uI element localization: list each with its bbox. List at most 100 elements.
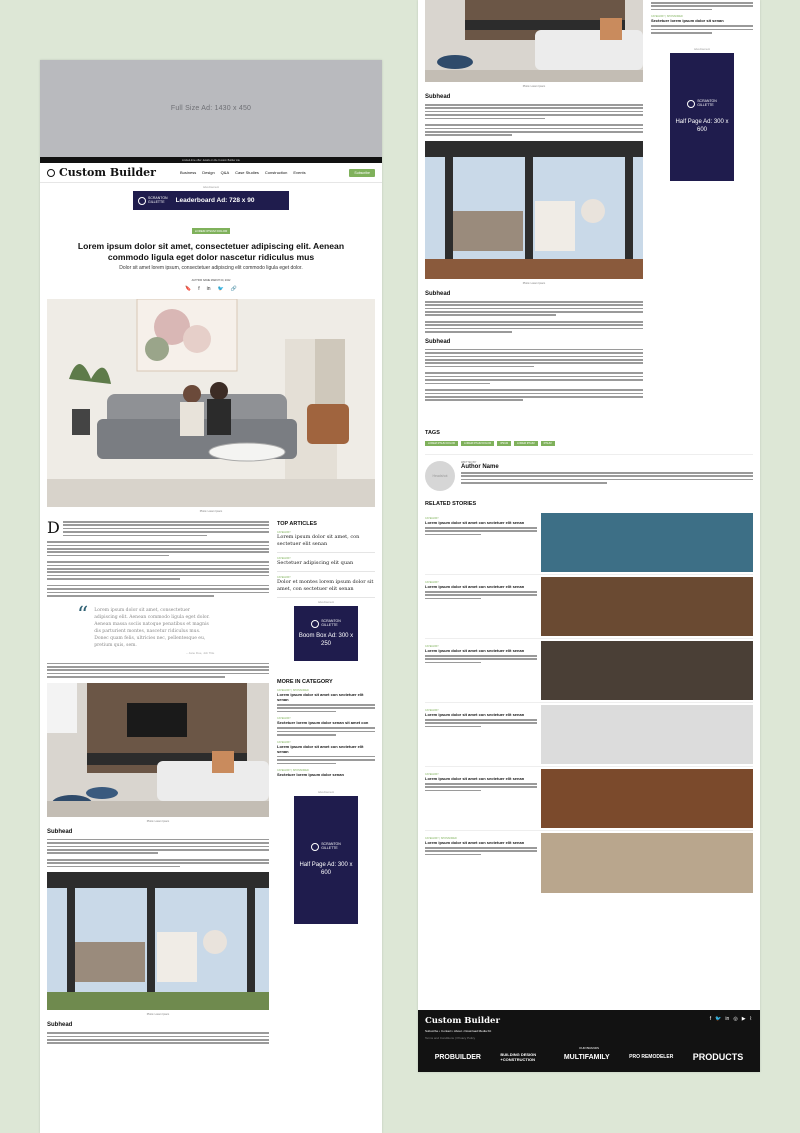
more-article-link[interactable]: Lorem ipsum dolor sit amet con sectetuer… [277, 692, 375, 702]
nav-case-studies[interactable]: Case Studies [235, 170, 259, 175]
brand-logo[interactable]: MULTIFAMILY [564, 1054, 610, 1061]
nav-menu: Business Design Q&A Case Studies Constru… [180, 170, 306, 175]
avatar: Headshot [425, 460, 455, 491]
tag[interactable]: IPSUM [540, 440, 555, 446]
promo-text: Limited-time offer: details on the Custo… [182, 158, 240, 162]
related-title[interactable]: Lorem ipsum dolor sit amet con sectetuer… [425, 712, 537, 717]
ad-label: Advertisement [694, 47, 710, 51]
subscribe-button[interactable]: Subscribe [349, 168, 375, 177]
related-title[interactable]: Lorem ipsum dolor sit amet con sectetuer… [425, 776, 537, 781]
site-logo[interactable]: Custom Builder [47, 166, 156, 179]
tv-room-image [425, 0, 643, 82]
twitter-icon[interactable]: 🐦 [715, 1016, 721, 1022]
sponsor-line: GILLETTE [321, 622, 338, 627]
related-title[interactable]: Lorem ipsum dolor sit amet con sectetuer… [425, 520, 537, 525]
excerpt [425, 782, 537, 792]
article-body-continued: Photo: Lorem Ipsum Subhead Photo: Lorem … [425, 0, 643, 406]
leaderboard-ad[interactable]: SCRANTON GILLETTE Leaderboard Ad: 728 x 9… [133, 191, 289, 210]
sponsor-icon [311, 619, 320, 628]
paragraph [425, 300, 643, 317]
more-article-link[interactable]: Sectetuer lorem ipsum dolor senan [277, 772, 375, 777]
related-thumbnail[interactable] [541, 512, 753, 572]
excerpt [651, 2, 753, 11]
linkedin-icon[interactable]: in [207, 286, 211, 292]
related-story[interactable]: CATEGORY | SPONSORED Lorem ipsum dolor si… [425, 831, 753, 895]
category-tag[interactable]: LOREM IPSUM DOLOR [191, 228, 231, 234]
twitter-icon[interactable]: 🐦 [218, 286, 224, 292]
related-title[interactable]: Lorem ipsum dolor sit amet con sectetuer… [425, 840, 537, 845]
top-article-link[interactable]: Sectetuer adipiscing elit quan [277, 560, 375, 572]
related-title[interactable]: Lorem ipsum dolor sit amet con sectetuer… [425, 584, 537, 589]
related-thumbnail[interactable] [541, 576, 753, 636]
ad-label: Advertisement [318, 601, 334, 604]
instagram-icon[interactable]: ◎ [733, 1016, 737, 1022]
social-links: f 🐦 in ◎ ▶ ⌇ [710, 1016, 752, 1022]
brand-logo[interactable]: PRODUCTS [693, 1052, 744, 1062]
author-bio-text [461, 471, 753, 484]
footer-links[interactable]: Subscribe • Contact • About • Download M… [425, 1029, 753, 1033]
excerpt [425, 718, 537, 728]
tag[interactable]: IPSUM [497, 440, 512, 446]
related-story[interactable]: CATEGORY Lorem ipsum dolor sit amet con s… [425, 767, 753, 831]
brand-logo[interactable]: PROBUILDER [435, 1054, 481, 1061]
top-ad[interactable]: Full Size Ad: 1430 x 450 [40, 60, 382, 157]
ad-label: Advertisement [318, 791, 334, 795]
brand-logo[interactable]: BUILDING DESIGN +CONSTRUCTION [500, 1052, 544, 1062]
related-story[interactable]: CATEGORY Lorem ipsum dolor sit amet con s… [425, 511, 753, 575]
brand-logo[interactable]: PRO REMODELER [629, 1054, 673, 1060]
more-article-link[interactable]: Lorem ipsum dolor sit amet con sectetuer… [277, 744, 375, 754]
pull-quote: “ Lorem ipsum dolor sit amet, consectetu… [77, 604, 269, 655]
site-footer: Custom Builder Subscribe • Contact • Abo… [418, 1010, 760, 1072]
paragraph [47, 584, 269, 597]
pergola-image [425, 140, 643, 279]
tag[interactable]: LOREM IPSUM DOLOR [461, 440, 495, 446]
nav-construction[interactable]: Construction [265, 170, 287, 175]
leaderboard-label: Leaderboard Ad: 728 x 90 [175, 197, 255, 204]
tag[interactable]: LOREM IPSUM [514, 440, 538, 446]
nav-qa[interactable]: Q&A [221, 170, 229, 175]
more-article-link[interactable]: Sectetuer lorem ipsum dolor senan sit am… [277, 720, 375, 725]
tag[interactable]: LOREM IPSUM DOLOR [425, 440, 459, 446]
rss-icon[interactable]: ⌇ [750, 1016, 752, 1022]
youtube-icon[interactable]: ▶ [742, 1016, 746, 1022]
related-thumbnail[interactable] [541, 832, 753, 893]
dropcap: D [47, 518, 60, 537]
nav-events[interactable]: Events [293, 170, 305, 175]
nav-design[interactable]: Design [202, 170, 214, 175]
paragraph [62, 521, 269, 537]
article-page-top: Full Size Ad: 1430 x 450 Limited-time of… [40, 60, 382, 1133]
boombox-ad[interactable]: SCRANTON GILLETTE Boom Box Ad: 300 x 250 [294, 606, 358, 661]
image-caption: Photo: Lorem Ipsum [522, 85, 546, 88]
image-caption: Photo: Lorem Ipsum [146, 819, 170, 823]
related-thumbnail[interactable] [541, 704, 753, 764]
facebook-icon[interactable]: f [710, 1016, 711, 1022]
tv-room-photo [47, 682, 269, 817]
linkedin-icon[interactable]: in [725, 1016, 729, 1022]
top-article-link[interactable]: Dolor et montes lorem ipsum dolor sit am… [277, 579, 375, 598]
nav-business[interactable]: Business [180, 170, 196, 175]
sponsor-logo: SCRANTON GILLETTE [311, 843, 341, 852]
top-article-link[interactable]: Lorem ipsum dolor sit amet, con sectetue… [277, 534, 375, 553]
halfpage-ad[interactable]: SCRANTON GILLETTE Half Page Ad: 300 x 600 [294, 796, 358, 925]
link-icon[interactable]: 🔗 [231, 286, 237, 292]
facebook-icon[interactable]: f [198, 286, 199, 292]
related-story[interactable]: CATEGORY Lorem ipsum dolor sit amet con s… [425, 575, 753, 639]
footer-legal[interactable]: Terms and Conditions | Privacy Policy [425, 1036, 753, 1040]
bookmark-icon[interactable]: 🔖 [185, 286, 191, 292]
related-story[interactable]: CATEGORY Lorem ipsum dolor sit amet con s… [425, 639, 753, 703]
footer-logo[interactable]: Custom Builder [425, 1016, 753, 1026]
related-thumbnail[interactable] [541, 768, 753, 828]
sidebar-article-link[interactable]: Sectetuer lorem ipsum dolor sit senan [651, 18, 753, 23]
author-name[interactable]: Author Name [461, 464, 753, 470]
paragraph [425, 124, 643, 136]
brand-logos: PROBUILDER BUILDING DESIGN +CONSTRUCTION… [425, 1052, 753, 1062]
paragraph [47, 561, 269, 580]
author-bio: Headshot WRITTEN BY Author Name [425, 453, 753, 491]
main-nav: Custom Builder Business Design Q&A Case … [40, 163, 382, 183]
related-title[interactable]: Lorem ipsum dolor sit amet con sectetuer… [425, 648, 537, 653]
related-heading: RELATED STORIES [425, 500, 477, 507]
article-body: D “ Lorem ipsum dolor sit amet, consecte… [47, 518, 269, 1049]
related-thumbnail[interactable] [541, 640, 753, 700]
halfpage-ad[interactable]: SCRANTON GILLETTE Half Page Ad: 300 x 600 [670, 52, 734, 181]
related-story[interactable]: CATEGORY Lorem ipsum dolor sit amet con s… [425, 703, 753, 767]
